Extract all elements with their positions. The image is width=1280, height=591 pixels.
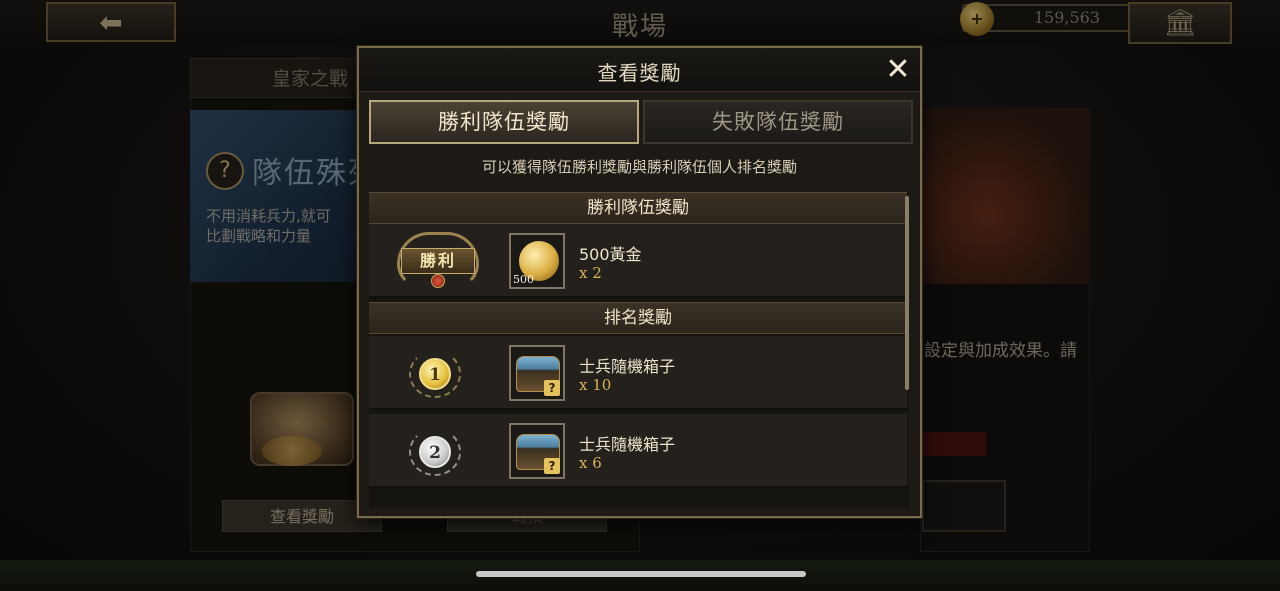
item-quantity: x 10	[579, 376, 612, 394]
gem-icon	[431, 274, 445, 288]
modal-header: 查看獎勵 ✕	[359, 48, 920, 92]
close-icon[interactable]: ✕	[883, 55, 913, 86]
home-indicator[interactable]	[476, 571, 806, 577]
victory-badge: 勝利	[397, 232, 479, 288]
item-quantity: x 2	[579, 264, 602, 282]
victory-ribbon: 勝利	[401, 248, 475, 274]
section-header-victory: 勝利隊伍獎勵	[369, 192, 907, 224]
tab-victory-rewards[interactable]: 勝利隊伍獎勵	[369, 100, 639, 144]
rank-medal-gold: 1	[419, 358, 451, 390]
modal-title: 查看獎勵	[597, 61, 682, 85]
list-item: 勝利 500 500黃金 x 2	[369, 224, 907, 298]
rewards-list[interactable]: 勝利隊伍獎勵 勝利 500 500黃金 x 2 排名獎勵 1 ? 士兵隨機箱子	[369, 192, 909, 508]
rewards-modal: 查看獎勵 ✕ 勝利隊伍獎勵 失敗隊伍獎勵 可以獲得隊伍勝利獎勵與勝利隊伍個人排名…	[357, 46, 922, 518]
question-mark-icon: ?	[544, 458, 560, 474]
list-item: 1 ? 士兵隨機箱子 x 10	[369, 336, 907, 410]
item-name: 500黃金	[579, 245, 642, 264]
list-item: 2 ? 士兵隨機箱子 x 6	[369, 414, 907, 488]
modal-subtitle: 可以獲得隊伍勝利獎勵與勝利隊伍個人排名獎勵	[481, 158, 797, 176]
treasure-chest-icon[interactable]: ?	[509, 345, 565, 401]
question-mark-icon: ?	[544, 380, 560, 396]
item-icon-count: 500	[513, 273, 534, 286]
list-scrollbar[interactable]	[905, 196, 909, 390]
rank-medal-silver: 2	[419, 436, 451, 468]
item-name: 士兵隨機箱子	[579, 357, 676, 376]
gold-coin-icon[interactable]: 500	[509, 233, 565, 289]
item-quantity: x 6	[579, 454, 602, 472]
tab-defeat-rewards[interactable]: 失敗隊伍獎勵	[643, 100, 913, 144]
treasure-chest-icon[interactable]: ?	[509, 423, 565, 479]
item-name: 士兵隨機箱子	[579, 435, 676, 454]
section-header-ranking: 排名獎勵	[369, 302, 907, 334]
